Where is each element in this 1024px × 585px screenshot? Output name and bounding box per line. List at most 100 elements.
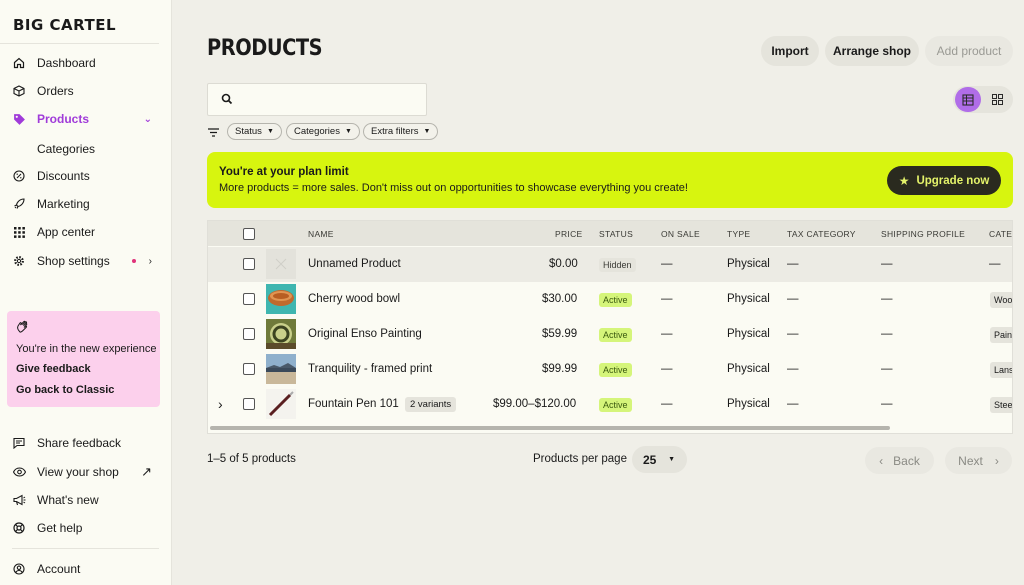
status-filter[interactable]: Status ▼ xyxy=(227,123,282,140)
pagination-count: 1–5 of 5 products xyxy=(207,453,296,465)
sidebar-item-marketing[interactable]: Marketing xyxy=(12,192,160,216)
table-row[interactable]: › Fountain Pen 101 2 variants $99.00–$12… xyxy=(208,387,1012,422)
row-checkbox[interactable] xyxy=(243,398,255,410)
sidebar-item-whats-new[interactable]: What's new xyxy=(12,488,160,512)
column-header-name[interactable]: NAME xyxy=(308,229,334,239)
per-page-select[interactable]: 25 ▼ xyxy=(632,446,687,473)
column-header-price[interactable]: PRICE xyxy=(555,229,582,239)
shipping-value: — xyxy=(881,293,893,305)
caret-down-icon: ▼ xyxy=(266,128,274,135)
product-name[interactable]: Unnamed Product xyxy=(308,258,401,270)
product-thumbnail-placeholder xyxy=(266,249,296,279)
row-checkbox[interactable] xyxy=(243,328,255,340)
sidebar-item-view-shop[interactable]: View your shop ↗ xyxy=(12,460,160,484)
new-experience-promo: You're in the new experience Give feedba… xyxy=(7,311,160,407)
row-checkbox[interactable] xyxy=(243,258,255,270)
expand-row-icon[interactable]: › xyxy=(218,396,223,412)
grid-view-button[interactable] xyxy=(984,87,1010,112)
sidebar-item-get-help[interactable]: Get help xyxy=(12,516,160,540)
next-button[interactable]: Next › xyxy=(945,447,1012,474)
select-all-checkbox[interactable] xyxy=(243,228,255,240)
table-row[interactable]: Cherry wood bowl $30.00 Active — Physica… xyxy=(208,282,1012,317)
megaphone-icon xyxy=(12,493,26,507)
sidebar-item-share-feedback[interactable]: Share feedback xyxy=(12,431,160,455)
tax-value: — xyxy=(787,328,799,340)
sidebar-item-label: Orders xyxy=(37,84,74,98)
column-header-on-sale[interactable]: ON SALE xyxy=(661,229,700,239)
chat-icon xyxy=(12,436,26,450)
sidebar-item-label: App center xyxy=(37,225,96,239)
view-toggle xyxy=(953,86,1013,113)
back-button[interactable]: ‹ Back xyxy=(865,447,934,474)
sidebar-item-orders[interactable]: Orders xyxy=(12,79,160,103)
discount-icon xyxy=(12,169,26,183)
status-badge: Hidden xyxy=(599,258,636,272)
table-row[interactable]: Unnamed Product $0.00 Hidden — Physical … xyxy=(208,247,1012,282)
sidebar-item-products[interactable]: Products ⌄ xyxy=(12,107,160,131)
give-feedback-link[interactable]: Give feedback xyxy=(16,363,91,375)
caret-down-icon: ▼ xyxy=(423,128,431,135)
eye-icon xyxy=(12,465,26,479)
table-icon xyxy=(962,93,974,106)
chevron-right-icon: › xyxy=(994,453,999,468)
category-chip: Paint xyxy=(990,327,1012,343)
brand-logo[interactable]: BIG CARTEL xyxy=(13,16,116,34)
sidebar-item-categories[interactable]: Categories xyxy=(37,142,95,156)
category-value: — xyxy=(989,258,1001,270)
status-badge: Active xyxy=(599,398,632,412)
rocket-icon xyxy=(12,197,26,211)
grid-icon xyxy=(991,94,1003,105)
column-header-shipping-profile[interactable]: SHIPPING PROFILE xyxy=(881,229,965,239)
import-button[interactable]: Import xyxy=(761,36,819,66)
sidebar-item-dashboard[interactable]: Dashboard xyxy=(12,51,160,75)
tax-value: — xyxy=(787,398,799,410)
horizontal-scrollbar[interactable] xyxy=(210,426,890,430)
column-header-status[interactable]: STATUS xyxy=(599,229,633,239)
row-checkbox[interactable] xyxy=(243,293,255,305)
sidebar-item-discounts[interactable]: Discounts xyxy=(12,164,160,188)
search-input[interactable] xyxy=(207,83,427,116)
type-value: Physical xyxy=(727,363,770,375)
extra-filters[interactable]: Extra filters ▼ xyxy=(363,123,439,140)
external-link-icon: ↗ xyxy=(141,464,152,479)
table-row[interactable]: Original Enso Painting $59.99 Active — P… xyxy=(208,317,1012,352)
grid-icon xyxy=(12,225,26,239)
table-row[interactable]: Tranquility - framed print $99.99 Active… xyxy=(208,352,1012,387)
product-name[interactable]: Cherry wood bowl xyxy=(308,293,400,305)
sidebar-item-label: What's new xyxy=(37,493,99,507)
product-name[interactable]: Tranquility - framed print xyxy=(308,363,432,375)
plan-limit-banner: You're at your plan limit More products … xyxy=(207,152,1013,208)
arrange-shop-button[interactable]: Arrange shop xyxy=(825,36,919,66)
next-label: Next xyxy=(958,453,983,468)
variants-badge: 2 variants xyxy=(405,397,457,412)
star-icon: ★ xyxy=(898,173,910,188)
sidebar-item-label: Marketing xyxy=(37,197,90,211)
lifebuoy-icon xyxy=(12,521,26,535)
back-label: Back xyxy=(893,453,920,468)
user-icon xyxy=(12,562,26,576)
add-product-button[interactable]: Add product xyxy=(925,36,1013,66)
sidebar-item-label: Share feedback xyxy=(37,436,122,450)
sidebar-item-account[interactable]: Account xyxy=(12,557,160,581)
upgrade-now-button[interactable]: ★ Upgrade now xyxy=(887,166,1001,195)
sidebar-item-label: View your shop xyxy=(37,465,119,479)
back-to-classic-link[interactable]: Go back to Classic xyxy=(16,384,114,396)
sidebar-item-app-center[interactable]: App center xyxy=(12,220,160,244)
product-thumbnail xyxy=(266,389,296,419)
on-sale-value: — xyxy=(661,258,673,270)
categories-filter[interactable]: Categories ▼ xyxy=(286,123,360,140)
box-icon xyxy=(12,84,26,98)
table-view-button[interactable] xyxy=(955,87,981,112)
column-header-category[interactable]: CATEG xyxy=(989,229,1012,239)
product-name[interactable]: Fountain Pen 101 xyxy=(308,398,399,410)
filter-icon[interactable] xyxy=(208,126,219,140)
column-header-tax-category[interactable]: TAX CATEGORY xyxy=(787,229,856,239)
shipping-value: — xyxy=(881,258,893,270)
row-checkbox[interactable] xyxy=(243,363,255,375)
chip-label: Status xyxy=(235,126,262,137)
product-name[interactable]: Original Enso Painting xyxy=(308,328,422,340)
product-price: $99.99 xyxy=(542,363,578,375)
sidebar-item-shop-settings[interactable]: Shop settings › xyxy=(12,249,160,273)
column-header-type[interactable]: TYPE xyxy=(727,229,750,239)
caret-down-icon: ▼ xyxy=(344,128,352,135)
